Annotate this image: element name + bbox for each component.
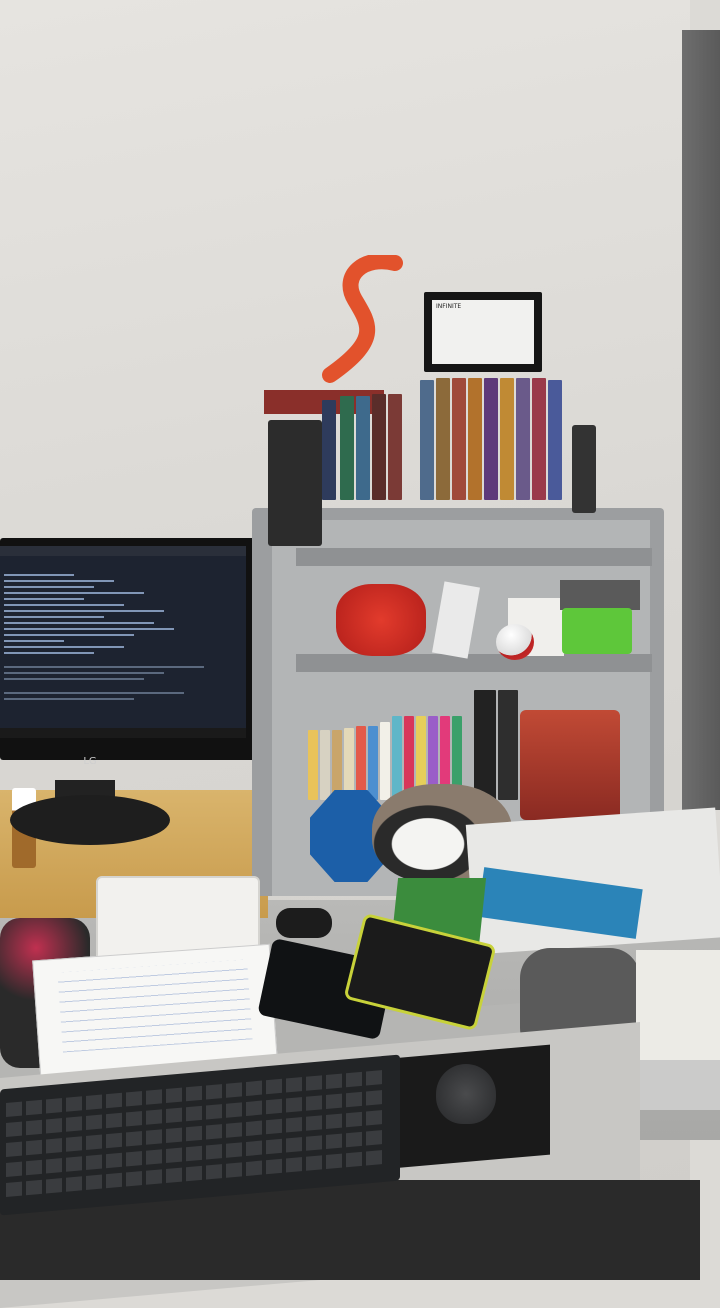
mouse-icon xyxy=(436,1064,496,1124)
shelf-board-middle xyxy=(296,654,652,672)
book xyxy=(420,380,434,500)
book xyxy=(372,394,386,500)
toy-robot xyxy=(520,710,620,820)
book xyxy=(548,380,562,500)
speaker-left xyxy=(268,420,322,546)
book xyxy=(340,396,354,500)
manga-volume xyxy=(392,716,402,800)
plaque-heading: INFINITE xyxy=(436,303,462,310)
green-container xyxy=(562,608,632,654)
book xyxy=(500,378,514,500)
book xyxy=(452,378,466,500)
toy-ball xyxy=(496,624,534,660)
monitor-screen xyxy=(0,546,246,738)
book xyxy=(484,378,498,500)
editor-titlebar xyxy=(0,546,246,556)
monitor-brand-logo: LG xyxy=(83,756,97,767)
manga-volume xyxy=(344,728,354,800)
book xyxy=(356,396,370,500)
book xyxy=(436,378,450,500)
book xyxy=(516,378,530,500)
monitor-base xyxy=(10,795,170,845)
os-taskbar xyxy=(0,728,246,738)
manga-volume xyxy=(308,730,318,800)
notebook-writing xyxy=(57,959,253,1053)
letter-s-decoration xyxy=(322,255,403,383)
door-panel xyxy=(682,30,720,810)
dark-box xyxy=(560,580,640,610)
manga-volume xyxy=(320,730,330,800)
manga-volume xyxy=(368,726,378,800)
manga-volume xyxy=(332,730,342,800)
manga-volume xyxy=(356,726,366,800)
earbuds-case xyxy=(276,908,332,938)
book xyxy=(322,400,336,500)
speaker-right xyxy=(572,425,596,513)
tote-bag xyxy=(636,950,720,1060)
book xyxy=(468,378,482,500)
manga-volume xyxy=(380,722,390,800)
red-toy xyxy=(336,584,426,656)
book xyxy=(532,378,546,500)
book xyxy=(388,394,402,500)
book xyxy=(474,690,496,800)
book xyxy=(498,690,518,800)
shelf-board-top xyxy=(296,548,652,566)
